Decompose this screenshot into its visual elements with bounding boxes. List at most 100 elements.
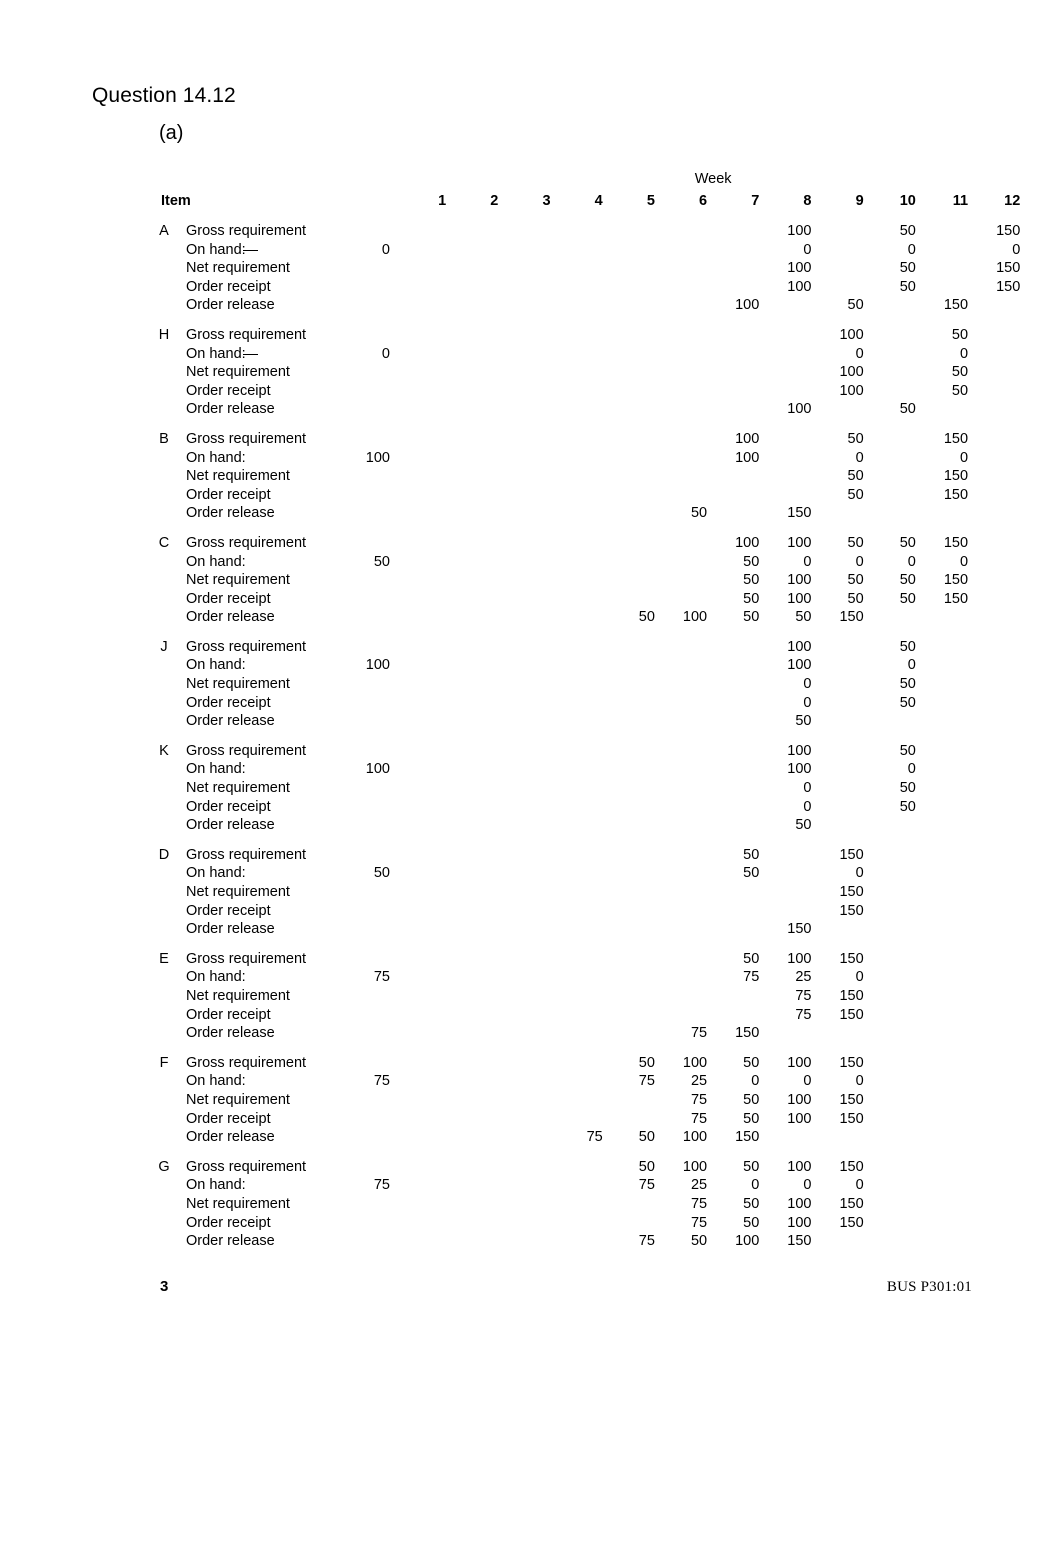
- cell-K-on-hand-wk7: [713, 760, 765, 779]
- row-label-on-hand: On hand:: [186, 761, 246, 778]
- cell-A-net-wk11: [922, 259, 974, 278]
- cell-J-on-hand-wk3: [504, 656, 556, 675]
- cell-J-gross-wk7: [713, 638, 765, 657]
- cell-F-net-wk4: [557, 1091, 609, 1110]
- cell-G-net-wk9: 150: [839, 1195, 864, 1212]
- table-row: On hand: 75 75 25 0: [150, 968, 1026, 987]
- cell-G-release-wk9: [818, 1232, 870, 1251]
- cell-A-net-wk3: [504, 259, 556, 278]
- row-label-on-hand: On hand:: [186, 449, 246, 466]
- cell-A-gross-wk10: 50: [899, 223, 916, 239]
- spacer-cell: [150, 1128, 184, 1147]
- cell-E-release-wk11: [922, 1024, 974, 1043]
- cell-E-net-wk12: [974, 987, 1026, 1006]
- cell-J-release-wk6: [661, 712, 713, 731]
- cell-C-release-wk11: [922, 608, 974, 627]
- spacer-cell: [314, 638, 400, 657]
- cell-C-net-wk5: [609, 571, 661, 590]
- cell-E-receipt-wk9: 150: [839, 1006, 864, 1023]
- cell-K-release-wk1: [400, 816, 452, 835]
- cell-F-receipt-wk9: 150: [839, 1110, 864, 1127]
- cell-G-receipt-wk9: 150: [839, 1214, 864, 1231]
- cell-K-on-hand-wk10: 0: [907, 761, 916, 778]
- table-row: On hand: 0 0 0 0: [150, 241, 1026, 260]
- cell-E-net-wk11: [922, 987, 974, 1006]
- cell-B-net-wk1: [400, 467, 452, 486]
- table-row: H Gross requirement 100 50: [150, 326, 1026, 345]
- cell-H-release-wk9: [818, 400, 870, 419]
- spacer-cell: [314, 382, 400, 401]
- cell-J-on-hand-wk1: [400, 656, 452, 675]
- cell-G-release-wk1: [400, 1232, 452, 1251]
- cell-E-gross-wk7: 50: [743, 950, 760, 967]
- cell-K-receipt-wk2: [452, 798, 504, 817]
- item-letter-C: C: [158, 534, 170, 551]
- cell-G-net-wk2: [452, 1195, 504, 1214]
- cell-G-net-wk4: [557, 1195, 609, 1214]
- table-row: E Gross requirement 50 100 150: [150, 950, 1026, 969]
- cell-B-on-hand-wk9: 0: [855, 449, 864, 466]
- cell-F-gross-wk8: 100: [787, 1054, 812, 1071]
- cell-C-release-wk6: 100: [682, 609, 708, 626]
- cell-H-receipt-wk8: [765, 382, 817, 401]
- cell-G-receipt-wk1: [400, 1214, 452, 1233]
- cell-B-release-wk11: [922, 504, 974, 523]
- spacer-cell: [150, 1072, 184, 1091]
- table-row: Order release 50 150: [150, 504, 1026, 523]
- spacer-cell: [314, 170, 400, 192]
- cell-C-receipt-wk6: [661, 590, 713, 609]
- cell-J-release-wk7: [713, 712, 765, 731]
- cell-J-on-hand-wk4: [557, 656, 609, 675]
- cell-B-receipt-wk3: [504, 486, 556, 505]
- table-row: K Gross requirement 100 50: [150, 742, 1026, 761]
- cell-C-gross-wk12: [974, 534, 1026, 553]
- cell-A-gross-wk12: 150: [996, 223, 1021, 239]
- cell-J-on-hand-wk6: [661, 656, 713, 675]
- cell-G-gross-wk4: [557, 1158, 609, 1177]
- cell-A-receipt-wk3: [504, 278, 556, 297]
- table-row: Net requirement 75 50 100 150: [150, 1091, 1026, 1110]
- table-row: Net requirement 75 150: [150, 987, 1026, 1006]
- cell-B-receipt-wk2: [452, 486, 504, 505]
- table-row: On hand: 100 100 0: [150, 760, 1026, 779]
- cell-C-on-hand-wk11: 0: [959, 553, 969, 570]
- row-label-net: Net requirement: [186, 468, 290, 485]
- cell-J-gross-wk1: [400, 638, 452, 657]
- cell-H-on-hand-wk12: [974, 345, 1026, 364]
- cell-A-receipt-wk8: 100: [787, 278, 812, 295]
- cell-B-net-wk10: [870, 467, 922, 486]
- table-row: Net requirement 0 50: [150, 675, 1026, 694]
- cell-H-release-wk11: [922, 400, 974, 419]
- cell-F-receipt-wk2: [452, 1110, 504, 1129]
- cell-A-release-wk7: 100: [735, 297, 760, 314]
- row-label-net: Net requirement: [186, 676, 290, 693]
- spacer-cell: [314, 259, 400, 278]
- table-row: Order release 75 150: [150, 1024, 1026, 1043]
- item-block-spacer: [150, 731, 1026, 742]
- cell-B-release-wk2: [452, 504, 504, 523]
- cell-C-receipt-wk7: 50: [743, 590, 760, 607]
- cell-C-gross-wk2: [452, 534, 504, 553]
- spacer-cell: [314, 486, 400, 505]
- row-label-net: Net requirement: [186, 364, 290, 381]
- cell-F-on-hand-wk12: [974, 1072, 1026, 1091]
- row-label-gross: Gross requirement: [186, 1158, 307, 1175]
- cell-D-net-wk2: [452, 883, 504, 902]
- cell-G-on-hand-wk12: [974, 1176, 1026, 1195]
- cell-H-receipt-wk7: [713, 382, 765, 401]
- cell-K-on-hand-wk12: [974, 760, 1026, 779]
- week-column-header-7: 7: [751, 193, 760, 209]
- cell-A-gross-wk11: [922, 222, 974, 241]
- spacer-cell: [314, 1024, 400, 1043]
- cell-F-gross-wk10: [870, 1054, 922, 1073]
- cell-K-release-wk3: [504, 816, 556, 835]
- spacer-cell: [314, 504, 400, 523]
- spacer-cell: [150, 1024, 184, 1043]
- spacer-cell: [150, 1214, 184, 1233]
- cell-E-gross-wk11: [922, 950, 974, 969]
- cell-J-net-wk1: [400, 675, 452, 694]
- spacer-cell: [150, 712, 184, 731]
- cell-F-release-wk2: [452, 1128, 504, 1147]
- cell-G-on-hand-wk4: [557, 1176, 609, 1195]
- cell-J-release-wk9: [818, 712, 870, 731]
